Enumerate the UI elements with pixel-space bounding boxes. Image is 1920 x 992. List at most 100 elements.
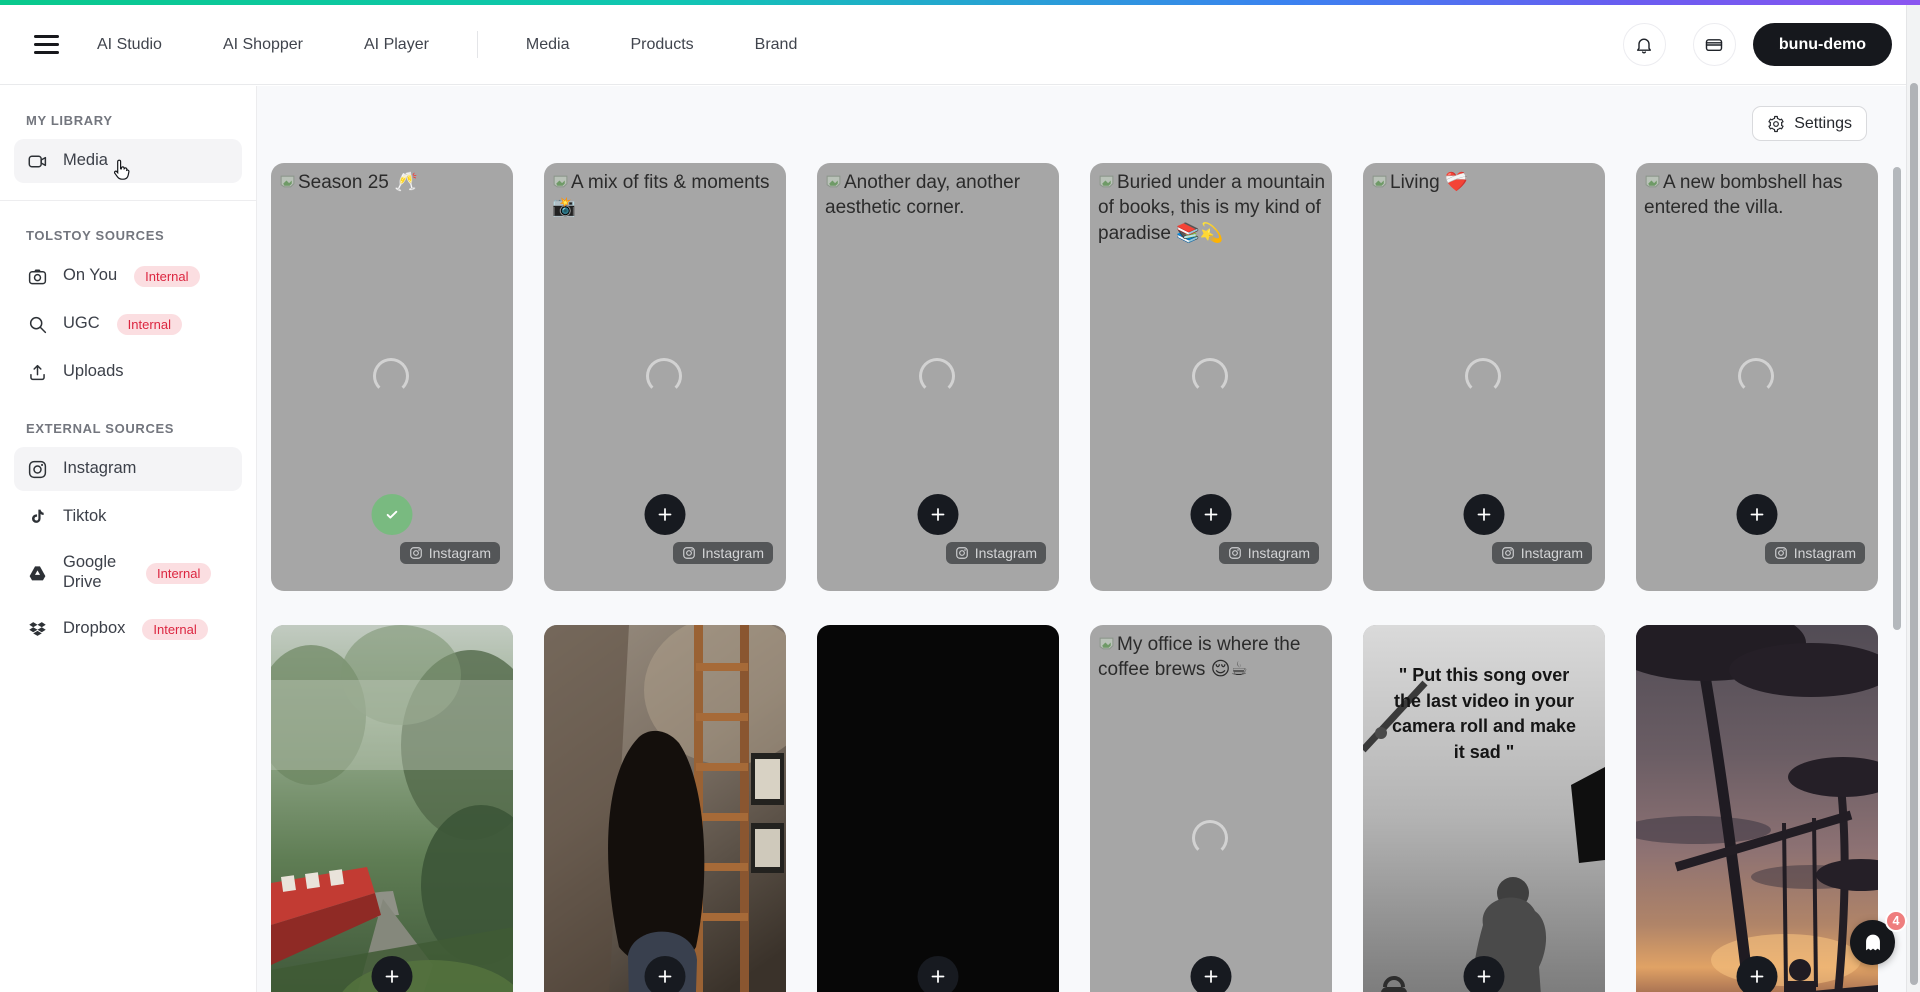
- sidebar-item-label: UGC: [63, 314, 100, 334]
- media-caption: Buried under a mountain of books, this i…: [1098, 170, 1327, 246]
- plus-icon: [1202, 505, 1221, 524]
- sidebar-section-tolstoy-sources: TOLSTOY SOURCES: [26, 228, 230, 243]
- billing-button[interactable]: [1693, 23, 1736, 66]
- broken-image-icon: [552, 173, 569, 190]
- settings-button[interactable]: Settings: [1752, 106, 1867, 141]
- content-scrollbar-thumb[interactable]: [1893, 167, 1901, 630]
- sidebar-item-label: Instagram: [63, 459, 136, 479]
- nav-link-ai-player[interactable]: AI Player: [364, 36, 429, 54]
- added-check-button[interactable]: [372, 494, 413, 535]
- internal-badge: Internal: [142, 619, 207, 640]
- loading-spinner: [919, 358, 955, 394]
- media-caption: Season 25 🥂: [279, 170, 508, 195]
- media-caption: A new bombshell has entered the villa.: [1644, 170, 1873, 221]
- source-badge-label: Instagram: [1794, 545, 1856, 561]
- sidebar: MY LIBRARY Media TOLSTOY SOURCES On You …: [0, 86, 257, 992]
- plus-icon: [1748, 505, 1767, 524]
- nav-link-ai-studio[interactable]: AI Studio: [97, 36, 162, 54]
- media-card[interactable]: [271, 625, 513, 992]
- media-caption-text: Living ❤️‍🩹: [1390, 172, 1469, 193]
- nav-link-products[interactable]: Products: [631, 36, 694, 54]
- sidebar-item-label: Google Drive: [63, 553, 129, 593]
- broken-image-icon: [825, 173, 842, 190]
- media-card[interactable]: [1636, 625, 1878, 992]
- sidebar-item-label: Tiktok: [63, 507, 106, 527]
- add-media-button[interactable]: [372, 956, 413, 992]
- source-badge: Instagram: [1492, 542, 1592, 564]
- add-media-button[interactable]: [918, 956, 959, 992]
- account-button[interactable]: bunu-demo: [1753, 23, 1892, 66]
- media-caption: Another day, another aesthetic corner.: [825, 170, 1054, 221]
- navbar-right-group: bunu-demo: [1623, 23, 1892, 66]
- camera-icon: [27, 266, 48, 287]
- upload-icon: [27, 362, 48, 383]
- woman-stairs-photo: [544, 625, 786, 992]
- media-card[interactable]: [544, 625, 786, 992]
- primary-nav: AI Studio AI Shopper AI Player Media Pro…: [97, 31, 797, 58]
- add-media-button[interactable]: [1191, 494, 1232, 535]
- source-badge-label: Instagram: [1521, 545, 1583, 561]
- instagram-icon: [409, 546, 423, 560]
- add-media-button[interactable]: [645, 956, 686, 992]
- nav-link-media[interactable]: Media: [526, 36, 570, 54]
- sidebar-item-dropbox[interactable]: Dropbox Internal: [14, 607, 242, 651]
- window-scrollbar-track[interactable]: [1906, 5, 1920, 992]
- media-caption-text: Another day, another aesthetic corner.: [825, 172, 1020, 218]
- sidebar-divider: [0, 200, 256, 201]
- sidebar-item-uploads[interactable]: Uploads: [14, 350, 242, 394]
- check-icon: [383, 505, 402, 524]
- add-media-button[interactable]: [1737, 956, 1778, 992]
- add-media-button[interactable]: [1737, 494, 1778, 535]
- media-card[interactable]: Season 25 🥂 Instagram: [271, 163, 513, 591]
- add-media-button[interactable]: [918, 494, 959, 535]
- media-grid: Season 25 🥂 Instagram A mix of fits & mo…: [271, 163, 1878, 992]
- bell-icon: [1634, 35, 1654, 55]
- nav-link-brand[interactable]: Brand: [755, 36, 798, 54]
- window-scrollbar-thumb[interactable]: [1910, 83, 1918, 985]
- loading-spinner: [1738, 358, 1774, 394]
- plus-icon: [383, 967, 402, 986]
- sidebar-item-ugc[interactable]: UGC Internal: [14, 302, 242, 346]
- hamburger-menu-button[interactable]: [34, 35, 59, 54]
- tiktok-icon: [27, 507, 48, 528]
- sidebar-item-google-drive[interactable]: Google Drive Internal: [14, 543, 242, 603]
- internal-badge: Internal: [146, 563, 211, 584]
- media-card[interactable]: " Put this song over the last video in y…: [1363, 625, 1605, 992]
- video-overlay-text: " Put this song over the last video in y…: [1385, 663, 1583, 765]
- broken-image-icon: [1098, 173, 1115, 190]
- add-media-button[interactable]: [645, 494, 686, 535]
- broken-image-icon: [1098, 635, 1115, 652]
- media-card[interactable]: Buried under a mountain of books, this i…: [1090, 163, 1332, 591]
- app-window: AI Studio AI Shopper AI Player Media Pro…: [0, 0, 1920, 992]
- media-card[interactable]: A mix of fits & moments 📸 Instagram: [544, 163, 786, 591]
- add-media-button[interactable]: [1464, 956, 1505, 992]
- sidebar-section-external-sources: EXTERNAL SOURCES: [26, 421, 230, 436]
- dropbox-icon: [27, 619, 48, 640]
- sidebar-item-on-you[interactable]: On You Internal: [14, 254, 242, 298]
- sidebar-item-label: On You: [63, 266, 117, 286]
- chat-widget-button[interactable]: 4: [1850, 920, 1895, 965]
- plus-icon: [1748, 967, 1767, 986]
- add-media-button[interactable]: [1464, 494, 1505, 535]
- settings-button-label: Settings: [1794, 115, 1852, 133]
- notifications-button[interactable]: [1623, 23, 1666, 66]
- plus-icon: [1475, 505, 1494, 524]
- media-card[interactable]: Another day, another aesthetic corner. I…: [817, 163, 1059, 591]
- sidebar-item-media[interactable]: Media: [14, 139, 242, 183]
- add-media-button[interactable]: [1191, 956, 1232, 992]
- media-card[interactable]: Living ❤️‍🩹 Instagram: [1363, 163, 1605, 591]
- instagram-icon: [27, 459, 48, 480]
- plus-icon: [656, 505, 675, 524]
- media-card[interactable]: My office is where the coffee brews 😌☕: [1090, 625, 1332, 992]
- sidebar-item-tiktok[interactable]: Tiktok: [14, 495, 242, 539]
- plus-icon: [656, 967, 675, 986]
- media-card[interactable]: A new bombshell has entered the villa. I…: [1636, 163, 1878, 591]
- source-badge-label: Instagram: [975, 545, 1037, 561]
- plus-icon: [929, 505, 948, 524]
- source-badge: Instagram: [673, 542, 773, 564]
- instagram-icon: [1774, 546, 1788, 560]
- sidebar-item-instagram[interactable]: Instagram: [14, 447, 242, 491]
- media-card[interactable]: [817, 625, 1059, 992]
- nav-link-ai-shopper[interactable]: AI Shopper: [223, 36, 303, 54]
- internal-badge: Internal: [134, 266, 199, 287]
